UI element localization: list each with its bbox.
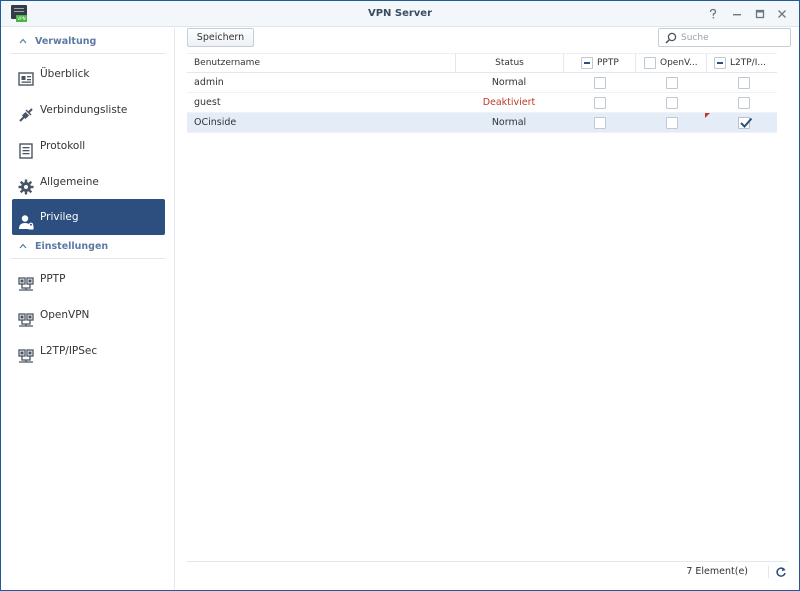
column-header-status[interactable]: Status	[455, 54, 563, 73]
column-header-openvpn[interactable]: OpenV...	[635, 54, 706, 73]
sidebar-item-verbindungsliste[interactable]: Verbindungsliste	[12, 92, 165, 128]
overview-icon	[18, 66, 34, 86]
chevron-up-icon	[19, 37, 27, 45]
gear-icon	[18, 174, 34, 195]
checkmark-icon	[740, 117, 753, 128]
status-cell: Deaktiviert	[482, 97, 536, 108]
pptp-checkbox[interactable]	[594, 97, 606, 109]
title-bar[interactable]: VPN VPN Server	[1, 1, 799, 27]
close-icon[interactable]	[775, 7, 789, 21]
item-count: 7 Element(e)	[686, 566, 748, 577]
table-row[interactable]: OCinside Normal	[187, 113, 777, 133]
table-row[interactable]: guest Deaktiviert	[187, 93, 777, 113]
sidebar-item-allgemeine-einstellungen[interactable]: Allgemeine Einstellungen	[12, 164, 165, 224]
pptp-checkbox[interactable]	[594, 117, 606, 129]
window-title: VPN Server	[367, 8, 433, 19]
pptp-checkbox[interactable]	[594, 77, 606, 89]
table-footer: 7 Element(e)	[187, 561, 788, 582]
help-icon[interactable]	[706, 7, 720, 21]
user-lock-icon	[18, 209, 34, 230]
vpn-server-window: VPN VPN Server Verwaltung Überblick Verb…	[0, 0, 800, 591]
sidebar-item-pptp[interactable]: PPTP	[12, 261, 165, 297]
modified-marker	[705, 113, 710, 118]
minimize-icon[interactable]	[730, 7, 744, 21]
connection-list-icon	[18, 102, 34, 122]
log-icon	[18, 138, 34, 159]
chevron-up-icon	[19, 242, 27, 250]
sidebar-item-privileg[interactable]: Privileg	[12, 199, 165, 235]
save-button[interactable]: Speichern	[187, 28, 254, 47]
pptp-select-all-checkbox[interactable]	[581, 57, 593, 69]
sidebar-item-l2tp-ipsec[interactable]: L2TP/IPSec	[12, 333, 165, 369]
section-header-einstellungen[interactable]: Einstellungen	[11, 235, 165, 259]
section-header-verwaltung[interactable]: Verwaltung	[11, 30, 165, 54]
refresh-icon[interactable]	[768, 566, 786, 578]
openvpn-select-all-checkbox[interactable]	[644, 57, 656, 69]
openvpn-checkbox[interactable]	[666, 97, 678, 109]
search-box[interactable]	[658, 28, 791, 47]
network-icon	[18, 271, 34, 291]
l2tp-checkbox[interactable]	[738, 97, 750, 109]
l2tp-checkbox[interactable]	[738, 117, 753, 129]
maximize-icon[interactable]	[753, 7, 767, 21]
openvpn-checkbox[interactable]	[666, 117, 678, 129]
network-icon	[18, 307, 34, 327]
status-cell: Normal	[491, 117, 527, 128]
column-header-username[interactable]: Benutzername	[194, 54, 454, 73]
search-icon	[665, 32, 677, 44]
username-cell: guest	[194, 97, 221, 108]
sidebar-item-protokoll[interactable]: Protokoll	[12, 128, 165, 164]
l2tp-checkbox[interactable]	[738, 77, 750, 89]
sidebar-item-openvpn[interactable]: OpenVPN	[12, 297, 165, 333]
sidebar: Verwaltung Überblick Verbindungsliste Pr…	[1, 28, 175, 590]
table-header: Benutzername Status PPTP OpenV... L2TP/I…	[187, 53, 777, 73]
username-cell: OCinside	[194, 117, 237, 128]
table-row[interactable]: admin Normal	[187, 73, 777, 93]
search-input[interactable]	[681, 31, 786, 44]
main-panel: Speichern Benutzername Status PPTP OpenV…	[176, 28, 799, 590]
column-header-pptp[interactable]: PPTP	[563, 54, 635, 73]
network-icon	[18, 343, 34, 363]
column-header-l2tp[interactable]: L2TP/I...	[706, 54, 778, 73]
username-cell: admin	[194, 77, 224, 88]
l2tp-select-all-checkbox[interactable]	[714, 57, 726, 69]
sidebar-item-ueberblick[interactable]: Überblick	[12, 56, 165, 92]
status-cell: Normal	[491, 77, 527, 88]
openvpn-checkbox[interactable]	[666, 77, 678, 89]
